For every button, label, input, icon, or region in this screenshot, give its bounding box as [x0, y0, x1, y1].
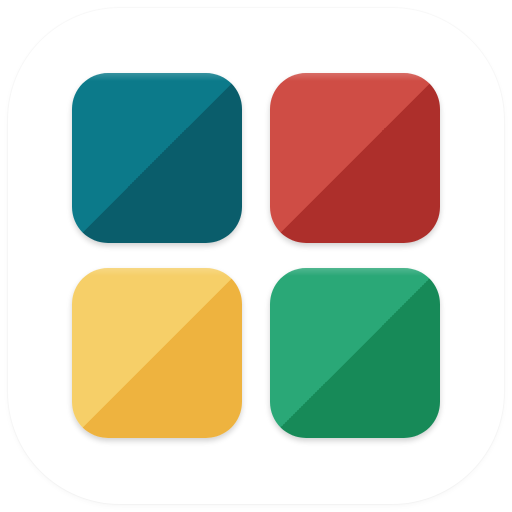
yellow-tile [72, 268, 242, 438]
teal-tile [72, 73, 242, 243]
app-icon-canvas [0, 0, 512, 512]
green-tile [270, 268, 440, 438]
red-tile [270, 73, 440, 243]
